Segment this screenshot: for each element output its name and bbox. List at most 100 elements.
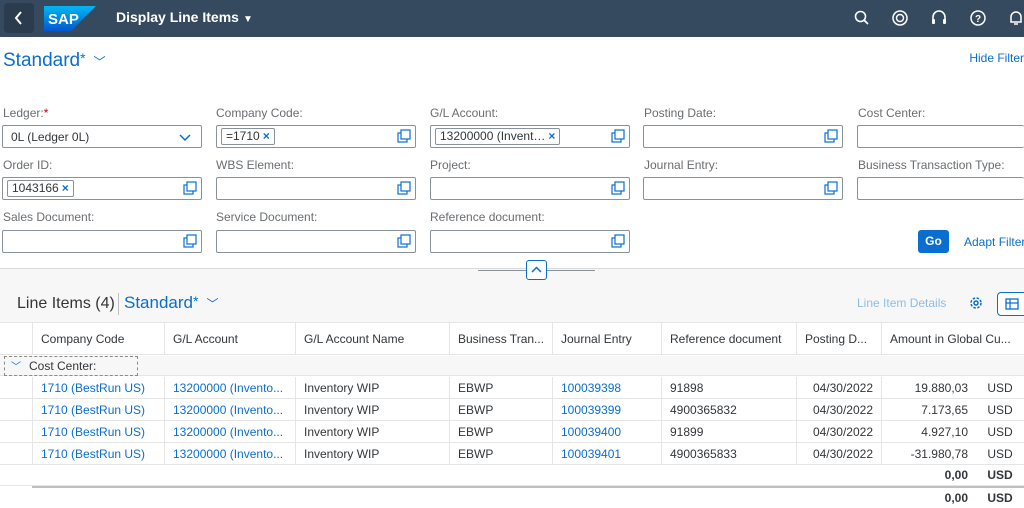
subtotal-row: 0,00 USD [0,464,1024,486]
value-help-icon[interactable] [183,181,197,195]
cost-center-input[interactable] [857,125,1024,148]
chevron-up-icon [531,266,542,273]
company-code-cell[interactable]: 1710 (BestRun US) [32,399,164,421]
column-header[interactable]: Posting D... [796,323,881,355]
value-help-icon[interactable] [824,181,838,195]
value-help-icon[interactable] [397,181,411,195]
gl-account-cell[interactable]: 13200000 (Invento... [164,421,295,443]
token-remove-icon[interactable]: × [548,129,555,143]
value-help-icon[interactable] [611,129,625,143]
currency-cell: USD [987,447,1013,461]
journal-entry-cell[interactable]: 100039400 [552,421,661,443]
value-help-icon[interactable] [611,181,625,195]
posting-date-cell: 04/30/2022 [796,421,881,443]
gl-account-cell[interactable]: 13200000 (Invento... [164,377,295,399]
collapse-header-button[interactable] [526,260,547,280]
search-icon[interactable] [852,8,872,28]
chevron-down-icon [179,134,191,142]
help-icon[interactable]: ? [968,8,988,28]
table-row[interactable]: 1710 (BestRun US) 13200000 (Invento... Inv… [0,399,1024,421]
value-help-icon[interactable] [183,234,197,248]
sap-logo[interactable]: SAP [44,6,96,31]
adapt-filter-button[interactable]: Adapt Filter [964,235,1024,249]
bell-icon[interactable] [1006,8,1024,28]
posting-date-cell: 04/30/2022 [796,399,881,421]
column-header[interactable]: Amount in Global Cu... [881,323,1024,355]
ledger-select[interactable]: 0L (Ledger 0L) [2,125,202,148]
wbs-element-input[interactable] [216,177,416,200]
variant-management[interactable]: Standard* ﹀ [3,50,106,72]
gl-account-cell[interactable]: 13200000 (Invento... [164,443,295,465]
project-input[interactable] [430,177,630,200]
app-title-menu[interactable]: Display Line Items ▼ [116,9,253,25]
table-row[interactable]: 1710 (BestRun US) 13200000 (Invento... Inv… [0,421,1024,443]
row-selector[interactable] [0,443,32,465]
order-id-input[interactable]: 1043166 × [2,177,202,200]
row-selector[interactable] [0,399,32,421]
business-transaction-cell: EBWP [449,443,552,465]
posting-date-input[interactable] [643,125,843,148]
journal-entry-cell[interactable]: 100039399 [552,399,661,421]
table-header-row: Company Code G/L Account G/L Account Nam… [0,323,1024,355]
journal-entry-cell[interactable]: 100039401 [552,443,661,465]
hide-filter-button[interactable]: Hide Filter [969,51,1024,65]
filter-bar: Standard* ﹀ Hide Filter Ledger:* Company … [0,37,1024,280]
gear-icon[interactable] [968,295,984,311]
line-item-details-button[interactable]: Line Item Details [857,296,946,310]
column-header[interactable]: G/L Account Name [295,323,449,355]
company-code-input[interactable]: =1710 × [216,125,416,148]
value-help-icon[interactable] [397,234,411,248]
sales-document-input[interactable] [2,230,202,253]
column-header[interactable]: Company Code [32,323,164,355]
divider [478,270,526,271]
token-remove-icon[interactable]: × [263,129,270,143]
line-items-table: Company Code G/L Account G/L Account Nam… [0,322,1024,508]
wbs-element-label: WBS Element: [216,158,295,172]
svg-text:SAP: SAP [48,11,79,28]
company-code-token[interactable]: =1710 × [221,128,275,145]
go-button[interactable]: Go [918,230,949,253]
sales-document-label: Sales Document: [3,210,95,224]
company-code-cell[interactable]: 1710 (BestRun US) [32,377,164,399]
gl-account-token[interactable]: 13200000 (Invent… × [435,128,561,145]
gl-account-name-cell: Inventory WIP [295,443,449,465]
column-header[interactable]: Reference document [661,323,796,355]
gl-account-name-cell: Inventory WIP [295,399,449,421]
journal-entry-label: Journal Entry: [644,158,719,172]
table-view-button[interactable] [997,292,1024,316]
value-help-icon[interactable] [824,129,838,143]
table-row[interactable]: 1710 (BestRun US) 13200000 (Invento... Inv… [0,377,1024,399]
group-label: Cost Center: [29,359,97,373]
table-row[interactable]: 1710 (BestRun US) 13200000 (Invento... Inv… [0,443,1024,465]
order-id-token[interactable]: 1043166 × [7,180,74,197]
currency-cell: USD [987,403,1013,417]
value-help-icon[interactable] [397,129,411,143]
value-help-icon[interactable] [611,234,625,248]
company-code-cell[interactable]: 1710 (BestRun US) [32,443,164,465]
company-code-cell[interactable]: 1710 (BestRun US) [32,421,164,443]
token-remove-icon[interactable]: × [62,181,69,195]
company-code-label: Company Code: [216,106,303,120]
gl-account-input[interactable]: 13200000 (Invent… × [430,125,630,148]
column-header[interactable]: Business Tran... [449,323,552,355]
group-header-row[interactable]: ﹀ Cost Center: [0,356,1024,376]
service-document-input[interactable] [216,230,416,253]
row-selector[interactable] [0,421,32,443]
row-selector[interactable] [0,377,32,399]
posting-date-label: Posting Date: [644,106,717,120]
business-transaction-type-input[interactable] [857,177,1024,200]
variant-name: Standard [3,50,81,71]
group-header-cell[interactable]: ﹀ Cost Center: [4,356,138,376]
reference-document-cell: 91898 [661,377,796,399]
column-header[interactable]: G/L Account [164,323,295,355]
amount-cell: 19.880,03 [881,377,976,399]
journal-entry-input[interactable] [643,177,843,200]
back-button[interactable] [4,3,34,33]
gl-account-cell[interactable]: 13200000 (Invento... [164,399,295,421]
reference-document-input[interactable] [430,230,630,253]
column-header[interactable]: Journal Entry [552,323,661,355]
copilot-icon[interactable] [890,8,910,28]
table-variant-management[interactable]: Standard* ﹀ [124,293,218,313]
headset-icon[interactable] [929,8,949,28]
journal-entry-cell[interactable]: 100039398 [552,377,661,399]
